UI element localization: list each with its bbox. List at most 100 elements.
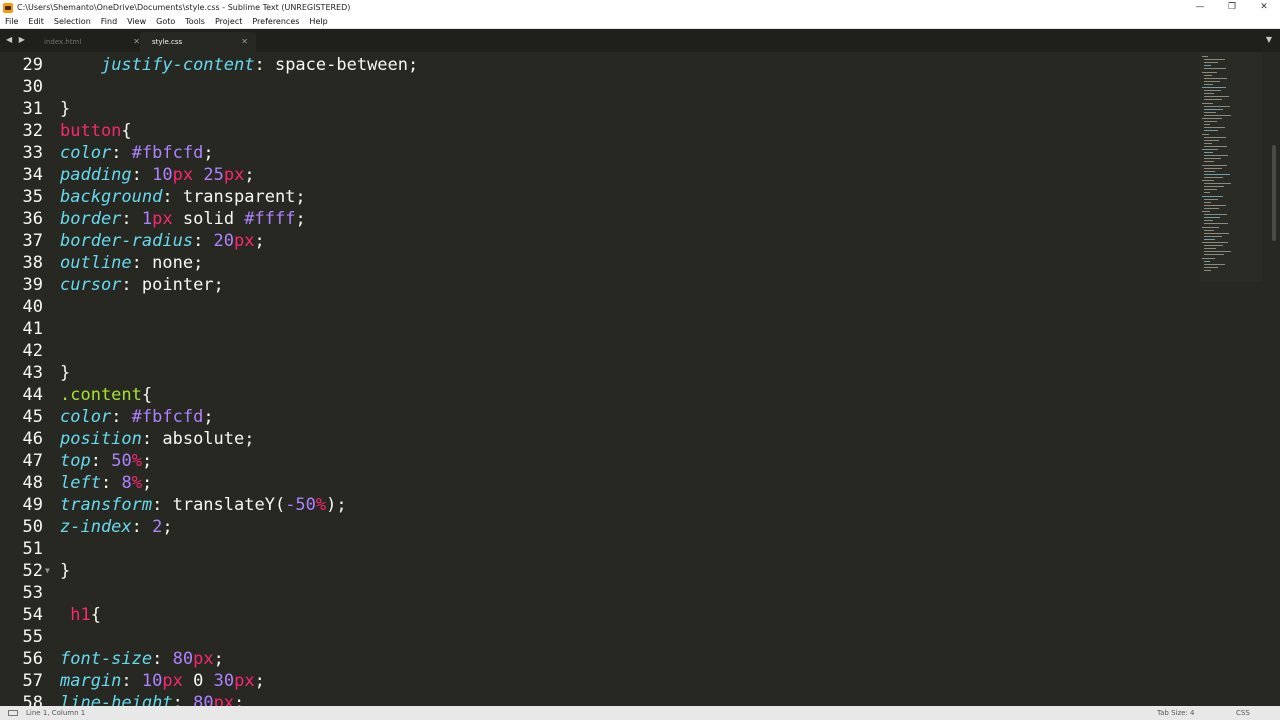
menu-help[interactable]: Help xyxy=(304,15,332,29)
minimap-line xyxy=(1204,223,1228,225)
line-number: 38 xyxy=(22,253,43,273)
minimap-line xyxy=(1204,229,1214,231)
line-number: 36 xyxy=(22,209,43,229)
code-token: } xyxy=(60,99,71,119)
line-number: 54 xyxy=(22,605,43,625)
tab-size-setting[interactable]: Tab Size: 4 xyxy=(1157,706,1194,720)
code-token: : xyxy=(152,649,173,669)
tab-dropdown-icon[interactable]: ▼ xyxy=(1266,35,1272,44)
minimap-line xyxy=(1204,207,1219,209)
code-text: top: 50%; xyxy=(60,450,152,472)
code-editor[interactable]: 29 justify-content: space-between; 30 31} 3… xyxy=(0,52,1280,706)
sublime-app-icon xyxy=(3,2,13,13)
code-line: 37 border-radius: 20px; xyxy=(0,230,1190,252)
code-line: 45 color: #fbfcfd; xyxy=(0,406,1190,428)
menu-find[interactable]: Find xyxy=(96,15,122,29)
menu-project[interactable]: Project xyxy=(210,15,247,29)
fold-arrow-icon[interactable]: ▼ xyxy=(45,560,50,582)
syntax-setting[interactable]: CSS xyxy=(1236,706,1250,720)
code-token: { xyxy=(121,121,132,141)
code-token: : transparent; xyxy=(162,187,306,207)
code-text: color: #fbfcfd; xyxy=(60,142,214,164)
minimap-line xyxy=(1204,83,1213,85)
minimap-line xyxy=(1202,211,1210,212)
menu-view[interactable]: View xyxy=(122,15,151,29)
minimap-line xyxy=(1204,189,1217,191)
code-line: 54 h1{ xyxy=(0,604,1190,626)
menu-file[interactable]: File xyxy=(0,15,23,29)
minimap-line xyxy=(1202,242,1228,243)
code-token: #ffff xyxy=(244,209,296,229)
minimap-line xyxy=(1204,96,1229,98)
line-number: 52 xyxy=(22,561,43,581)
code-text: line-height: 80px; xyxy=(60,692,244,706)
menu-tools[interactable]: Tools xyxy=(180,15,210,29)
close-window-button[interactable]: ✕ xyxy=(1248,0,1280,15)
code-token: solid xyxy=(172,209,245,229)
code-token: ; xyxy=(203,143,214,163)
menu-selection[interactable]: Selection xyxy=(49,15,96,29)
scrollbar[interactable] xyxy=(1272,145,1276,241)
tab-close-icon[interactable]: ✕ xyxy=(133,32,140,52)
minimap-line xyxy=(1204,62,1218,64)
code-line: 47 top: 50%; xyxy=(0,450,1190,472)
minimap-line xyxy=(1202,257,1215,259)
code-text: margin: 10px 0 30px; xyxy=(60,670,265,692)
minimap-line xyxy=(1204,124,1210,126)
code-line: 36 border: 1px solid #ffff; xyxy=(0,208,1190,230)
code-token: ; xyxy=(295,209,306,229)
code-token: 0 xyxy=(182,671,214,691)
title-bar: C:\Users\Shemanto\OneDrive\Documents\sty… xyxy=(0,0,1280,15)
minimap-line xyxy=(1202,180,1214,181)
line-number: 44 xyxy=(22,385,43,405)
minimap-line xyxy=(1204,152,1213,154)
tab-index-html[interactable]: index.html ✕ xyxy=(32,32,148,52)
minimap-line xyxy=(1204,127,1225,129)
menu-edit[interactable]: Edit xyxy=(23,15,49,29)
code-token: ; xyxy=(141,473,153,493)
code-token: border-radius xyxy=(60,231,194,251)
code-token: px xyxy=(213,693,235,706)
tab-close-icon[interactable]: ✕ xyxy=(241,32,248,52)
minimap-line xyxy=(1204,68,1226,70)
code-line: 29 justify-content: space-between; xyxy=(0,54,1190,76)
minimap[interactable] xyxy=(1200,52,1262,282)
code-line: 49 transform: translateY(-50%); xyxy=(0,494,1190,516)
code-token: ; xyxy=(244,165,255,185)
code-line: 31} xyxy=(0,98,1190,120)
line-number: 49 xyxy=(22,495,43,515)
line-number: 31 xyxy=(22,99,43,119)
code-token: 1 xyxy=(141,209,153,229)
tab-style-css[interactable]: style.css ✕ xyxy=(140,32,256,52)
code-text: color: #fbfcfd; xyxy=(60,406,214,428)
minimize-button[interactable]: — xyxy=(1184,0,1216,15)
minimap-line xyxy=(1202,71,1217,73)
code-token: % xyxy=(131,451,142,471)
minimap-line xyxy=(1204,139,1219,141)
code-line: 57 margin: 10px 0 30px; xyxy=(0,670,1190,692)
menu-goto[interactable]: Goto xyxy=(151,15,180,29)
minimap-line xyxy=(1204,220,1213,222)
code-token: ; xyxy=(162,517,173,537)
menu-preferences[interactable]: Preferences xyxy=(247,15,304,29)
tab-nav-arrows-icon[interactable]: ◀ ▶ xyxy=(6,35,27,44)
code-line: 48 left: 8%; xyxy=(0,472,1190,494)
code-token: #fbfcfd xyxy=(131,143,204,163)
minimap-line xyxy=(1204,201,1211,203)
code-token: color xyxy=(60,407,112,427)
code-token: : xyxy=(193,231,214,251)
maximize-button[interactable]: ❐ xyxy=(1216,0,1248,15)
minimap-line xyxy=(1204,186,1224,188)
panel-toggle-icon[interactable] xyxy=(8,710,18,716)
minimap-line xyxy=(1204,77,1227,79)
minimap-line xyxy=(1204,111,1216,113)
code-line: 40 xyxy=(0,296,1190,318)
minimap-line xyxy=(1204,93,1214,95)
minimap-line xyxy=(1202,226,1219,228)
code-token: margin xyxy=(60,671,122,691)
code-token: : xyxy=(172,693,194,706)
code-token: position xyxy=(60,429,142,449)
code-text: .content{ xyxy=(60,384,152,406)
code-line: 53 xyxy=(0,582,1190,604)
